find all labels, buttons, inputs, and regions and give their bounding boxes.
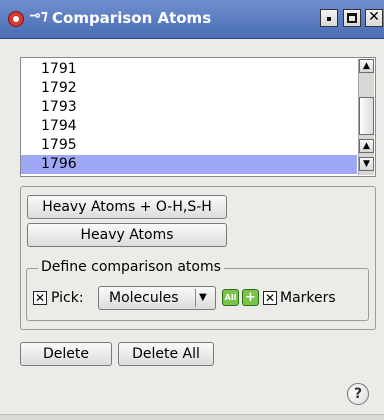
list-item[interactable]: 1793 <box>21 98 357 117</box>
list-item[interactable]: 1795 <box>21 136 357 155</box>
list-item[interactable]: 1792 <box>21 79 357 98</box>
pick-checkbox[interactable]: ✕ <box>33 291 47 305</box>
list-item[interactable]: 1791 <box>21 60 357 79</box>
scroll-up-icon[interactable]: ▲ <box>359 59 374 73</box>
delete-button[interactable]: Delete <box>20 342 112 366</box>
scroll-down-icon[interactable]: ▼ <box>359 157 374 171</box>
minimize-button[interactable] <box>320 9 338 27</box>
window-bottom-edge <box>0 414 384 420</box>
heavy-atoms-button[interactable]: Heavy Atoms <box>27 223 227 247</box>
all-icon[interactable]: All <box>222 289 239 306</box>
app-icon[interactable] <box>8 11 24 27</box>
title-bar[interactable]: ⊸⁊ Comparison Atoms ✕ <box>0 0 384 39</box>
pick-label: Pick: <box>51 290 84 306</box>
window-title: Comparison Atoms <box>52 9 212 27</box>
list-scrollbar[interactable]: ▲ ▲ ▼ <box>358 59 374 175</box>
delete-all-button[interactable]: Delete All <box>118 342 214 366</box>
pick-mode-select[interactable]: Molecules ▼ <box>98 286 216 310</box>
scroll-thumb[interactable] <box>359 97 374 135</box>
markers-checkbox[interactable]: ✕ <box>263 291 277 305</box>
markers-label: Markers <box>280 290 336 306</box>
pick-mode-value: Molecules <box>109 290 179 306</box>
scroll-up-icon[interactable]: ▲ <box>359 139 374 153</box>
define-comparison-legend: Define comparison atoms <box>38 258 224 276</box>
chevron-down-icon[interactable]: ▼ <box>199 290 207 306</box>
add-icon[interactable]: + <box>242 289 259 306</box>
maximize-button[interactable] <box>343 9 361 27</box>
list-item[interactable]: 1794 <box>21 117 357 136</box>
pin-icon[interactable]: ⊸⁊ <box>29 8 48 24</box>
atom-list[interactable]: 1791 1792 1793 1794 1795 1796 ▲ ▲ ▼ <box>20 57 376 177</box>
close-button[interactable]: ✕ <box>365 9 383 27</box>
help-icon[interactable]: ? <box>347 383 369 405</box>
list-item-selected[interactable]: 1796 <box>21 155 357 174</box>
select-divider <box>195 289 196 307</box>
heavy-atoms-oh-sh-button[interactable]: Heavy Atoms + O-H,S-H <box>27 195 227 219</box>
